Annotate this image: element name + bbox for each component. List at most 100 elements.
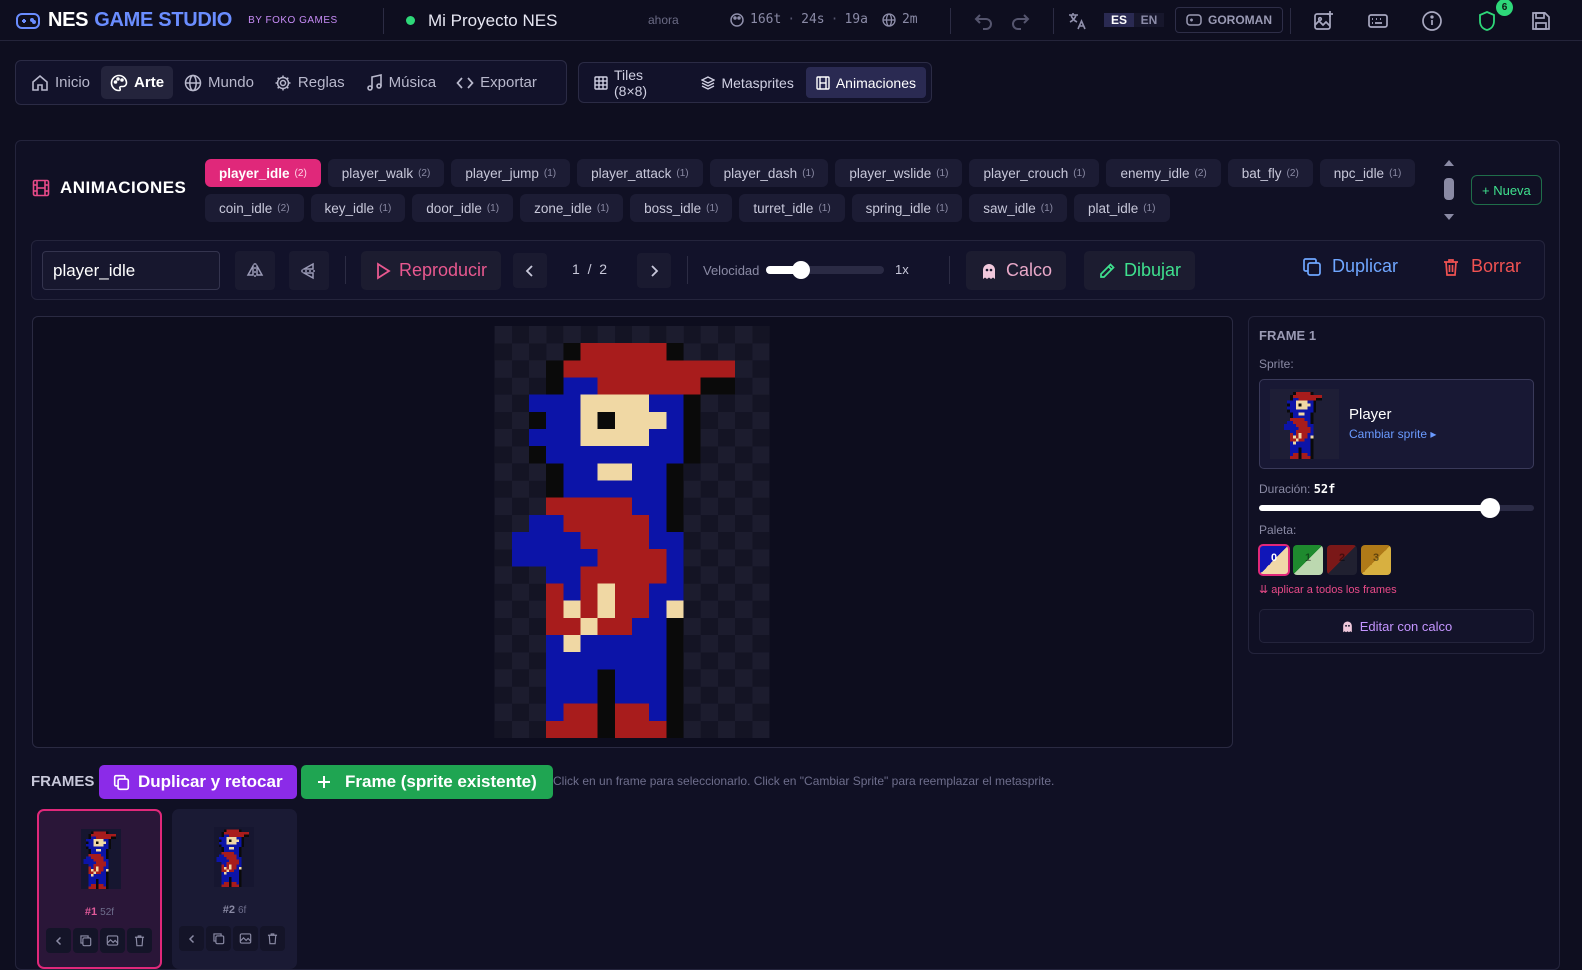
animation-chip-player-jump[interactable]: player_jump (1): [451, 159, 571, 187]
tab-musica[interactable]: Música: [356, 66, 446, 99]
animation-chip-player-dash[interactable]: player_dash (1): [709, 159, 829, 187]
tab-exportar[interactable]: Exportar: [447, 66, 546, 99]
by-line: BY FOKO GAMES: [248, 15, 338, 26]
frame-card[interactable]: #2 6f: [172, 809, 297, 969]
music-note-icon: [365, 73, 383, 92]
tab-arte[interactable]: Arte: [101, 66, 174, 99]
globe-icon: [882, 12, 896, 27]
animation-chip-boss-idle[interactable]: boss_idle (1): [630, 194, 733, 222]
onion-skin-button[interactable]: Calco: [966, 251, 1067, 290]
new-animation-button[interactable]: + Nueva: [1471, 175, 1542, 205]
palette-icon: [730, 12, 744, 27]
undo-icon[interactable]: [974, 11, 996, 33]
flip-horizontal-button[interactable]: [235, 251, 275, 290]
animation-name-input[interactable]: [42, 251, 220, 290]
animation-chip-player-wslide[interactable]: player_wslide (1): [835, 159, 963, 187]
shield-icon[interactable]: [1476, 10, 1498, 32]
animation-chip-turret-idle[interactable]: turret_idle (1): [739, 194, 845, 222]
image-add-icon[interactable]: [1313, 10, 1335, 32]
main-nav: Inicio Arte Mundo Reglas Música Exportar: [15, 60, 567, 105]
user-button[interactable]: GOROMAN: [1175, 7, 1283, 33]
redo-icon[interactable]: [1010, 11, 1032, 33]
palette-swatch-3[interactable]: 3: [1361, 545, 1391, 575]
flip-vertical-icon: [300, 262, 318, 280]
speed-value: 1x: [895, 262, 909, 277]
animation-chip-player-attack[interactable]: player_attack (1): [577, 159, 703, 187]
animation-chip-player-idle[interactable]: player_idle (2): [205, 159, 321, 187]
animation-chip-zone-idle[interactable]: zone_idle (1): [520, 194, 624, 222]
animation-chip-player-walk[interactable]: player_walk (2): [327, 159, 445, 187]
animation-chip-enemy-idle[interactable]: enemy_idle (2): [1106, 159, 1221, 187]
animation-chip-coin-idle[interactable]: coin_idle (2): [205, 194, 304, 222]
keyboard-icon[interactable]: [1367, 10, 1389, 32]
duration-slider-handle[interactable]: [1480, 498, 1500, 518]
next-frame-button[interactable]: [637, 253, 671, 288]
tab-tiles[interactable]: Tiles (8×8): [584, 67, 689, 99]
move-left-button[interactable]: [46, 928, 71, 953]
play-icon: [375, 261, 391, 280]
image-icon[interactable]: [100, 928, 125, 953]
animation-chip-plat-idle[interactable]: plat_idle (1): [1073, 194, 1170, 222]
frame-card[interactable]: #1 52f: [37, 809, 162, 969]
frames-label: FRAMES: [31, 773, 95, 790]
tab-mundo[interactable]: Mundo: [175, 66, 263, 99]
animation-chip-npc-idle[interactable]: npc_idle (1): [1319, 159, 1416, 187]
tab-reglas[interactable]: Reglas: [265, 66, 354, 99]
animation-chip-bat-fly[interactable]: bat_fly (2): [1227, 159, 1313, 187]
palette-swatch-1[interactable]: 1: [1293, 545, 1323, 575]
info-icon[interactable]: [1421, 10, 1443, 32]
prev-frame-button[interactable]: [513, 253, 547, 288]
lang-en-button[interactable]: EN: [1134, 13, 1164, 27]
grid-icon: [594, 75, 608, 90]
tab-inicio[interactable]: Inicio: [22, 66, 99, 99]
divider: [1290, 8, 1291, 34]
tab-metasprites[interactable]: Metasprites: [691, 67, 803, 98]
animation-chip-saw-idle[interactable]: saw_idle (1): [969, 194, 1067, 222]
ghost-icon: [1341, 620, 1354, 633]
move-left-button[interactable]: [179, 926, 204, 951]
frame-number: #2: [222, 904, 235, 916]
sprite-thumbnail: [1270, 389, 1339, 459]
stat-maps: 2m: [901, 12, 918, 27]
duplicate-animation-button[interactable]: Duplicar: [1302, 256, 1398, 277]
brand: NES GAME STUDIO BY FOKO GAMES: [16, 0, 338, 41]
duration-label: Duración: 52f: [1259, 482, 1336, 496]
film-icon: [32, 179, 50, 197]
animation-chip-spring-idle[interactable]: spring_idle (1): [851, 194, 963, 222]
duration-slider[interactable]: [1259, 498, 1534, 518]
change-sprite-link[interactable]: Cambiar sprite ▸: [1349, 427, 1436, 441]
speed-slider[interactable]: [766, 261, 884, 279]
add-frame-button[interactable]: Frame (sprite existente): [301, 765, 553, 799]
delete-animation-button[interactable]: Borrar: [1441, 256, 1521, 277]
play-button[interactable]: Reproducir: [361, 251, 502, 290]
trash-icon: [1441, 257, 1461, 277]
project-selector[interactable]: Mi Proyecto NES: [406, 0, 557, 41]
flip-vertical-button[interactable]: [289, 251, 329, 290]
frame-duration: 6f: [237, 905, 247, 916]
trash-icon[interactable]: [260, 926, 285, 951]
image-icon[interactable]: [233, 926, 258, 951]
status-dot: [406, 16, 415, 25]
palette-swatch-0[interactable]: 0: [1258, 544, 1290, 576]
animation-chip-player-crouch[interactable]: player_crouch (1): [969, 159, 1100, 187]
palette-swatch-2[interactable]: 2: [1327, 545, 1357, 575]
apply-all-frames-link[interactable]: ⇊ aplicar a todos los frames: [1259, 583, 1397, 596]
notification-badge: 6: [1496, 0, 1513, 16]
draw-button[interactable]: Dibujar: [1084, 251, 1196, 290]
lang-es-button[interactable]: ES: [1104, 13, 1134, 27]
frame-number: #1: [84, 906, 98, 918]
sprite-name: Player: [1349, 406, 1392, 423]
animation-chip-key-idle[interactable]: key_idle (1): [310, 194, 406, 222]
divider: [1053, 8, 1054, 34]
tab-animaciones[interactable]: Animaciones: [805, 67, 926, 98]
copy-frame-button[interactable]: [206, 926, 231, 951]
save-icon[interactable]: [1530, 10, 1552, 32]
sprite-label: Sprite:: [1259, 357, 1294, 371]
duplicate-retouch-button[interactable]: Duplicar y retocar: [99, 765, 297, 799]
copy-frame-button[interactable]: [73, 928, 98, 953]
trash-icon[interactable]: [127, 928, 152, 953]
pencil-icon: [1098, 262, 1116, 280]
chip-scrollbar[interactable]: [1441, 156, 1457, 224]
edit-with-onion-button[interactable]: Editar con calco: [1259, 609, 1534, 643]
animation-chip-door-idle[interactable]: door_idle (1): [412, 194, 514, 222]
